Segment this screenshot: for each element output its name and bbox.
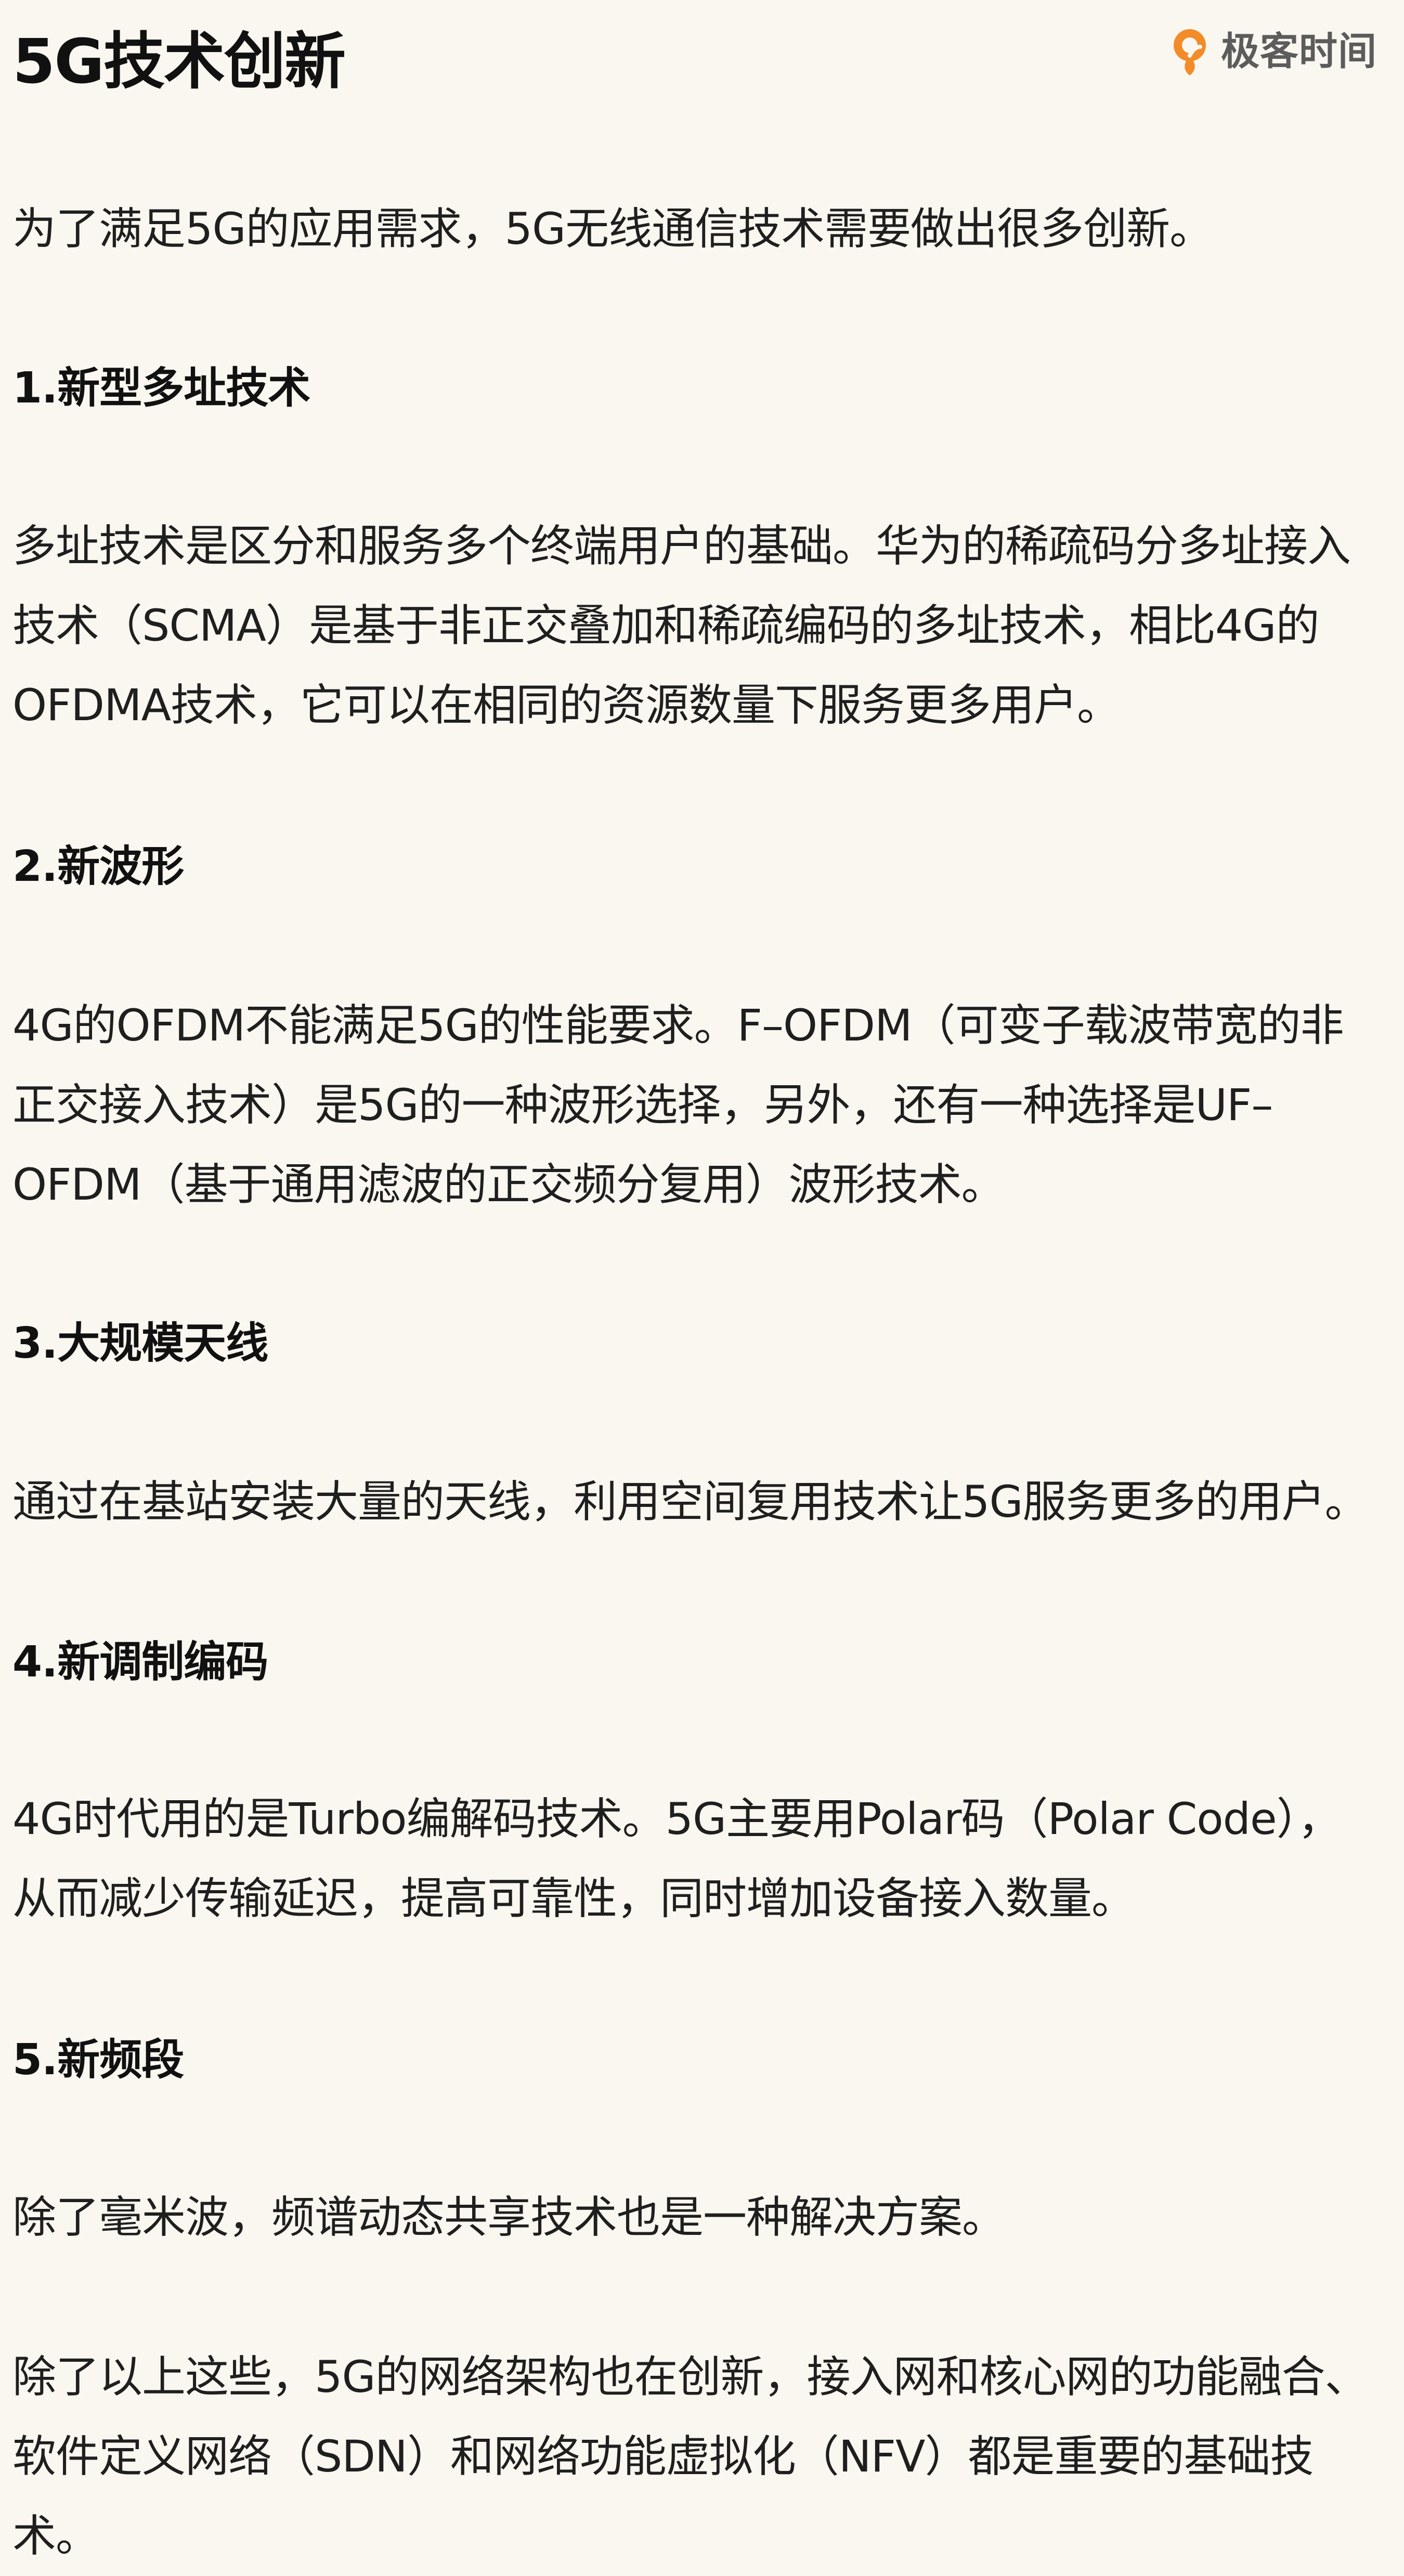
paragraph-line: OFDMA技术，它可以在相同的资源数量下服务更多用户。 — [12, 680, 1121, 731]
paragraph-line: 除了以上这些，5G的网络架构也在创新，接入网和核心网的功能融合、 — [12, 2351, 1369, 2402]
section-heading-1: 1.新型多址技术 — [12, 363, 310, 413]
paragraph-line: 从而减少传输延迟，提高可靠性，同时增加设备接入数量。 — [12, 1873, 1135, 1924]
section-paragraph-2: 4G的OFDM不能满足5G的性能要求。F–OFDM（可变子载波带宽的非 正交接入… — [12, 986, 1380, 1225]
paragraph-line: 4G的OFDM不能满足5G的性能要求。F–OFDM（可变子载波带宽的非 — [12, 1000, 1344, 1051]
paragraph-line: 4G时代用的是Turbo编解码技术。5G主要用Polar码（Polar Code… — [12, 1793, 1342, 1844]
article-page: 5G技术创新 极客时间 为了满足5G的应用需求，5G无线通信技术需要做出很多创新… — [0, 0, 1404, 2561]
intro-text: 为了满足5G的应用需求，5G无线通信技术需要做出很多创新。 — [12, 203, 1213, 254]
intro-paragraph: 为了满足5G的应用需求，5G无线通信技术需要做出很多创新。 — [12, 189, 1380, 269]
geek-time-logo-icon — [1174, 29, 1206, 75]
paragraph-line: 多址技术是区分和服务多个终端用户的基础。华为的稀疏码分多址接入 — [12, 521, 1351, 571]
brand-logo: 极客时间 — [1168, 23, 1377, 80]
section-paragraph-5: 除了毫米波，频谱动态共享技术也是一种解决方案。 — [12, 2178, 1380, 2257]
closing-paragraph: 除了以上这些，5G的网络架构也在创新，接入网和核心网的功能融合、 软件定义网络（… — [12, 2337, 1380, 2576]
paragraph-line: 通过在基站安装大量的天线，利用空间复用技术让5G服务更多的用户。 — [12, 1476, 1369, 1527]
brand-name: 极客时间 — [1221, 29, 1377, 74]
section-paragraph-3: 通过在基站安装大量的天线，利用空间复用技术让5G服务更多的用户。 — [12, 1462, 1380, 1542]
paragraph-line: OFDM（基于通用滤波的正交频分复用）波形技术。 — [12, 1159, 1005, 1210]
paragraph-line: 正交接入技术）是5G的一种波形选择，另外，还有一种选择是UF– — [12, 1079, 1273, 1130]
section-heading-4: 4.新调制编码 — [12, 1637, 268, 1687]
paragraph-line: 软件定义网络（SDN）和网络功能虚拟化（NFV）都是重要的基础技术。 — [12, 2431, 1314, 2561]
section-heading-3: 3.大规模天线 — [12, 1319, 268, 1368]
paragraph-line: 技术（SCMA）是基于非正交叠加和稀疏编码的多址技术，相比4G的 — [12, 600, 1319, 651]
section-heading-2: 2.新波形 — [12, 842, 184, 891]
page-title: 5G技术创新 — [12, 25, 346, 97]
section-paragraph-4: 4G时代用的是Turbo编解码技术。5G主要用Polar码（Polar Code… — [12, 1779, 1380, 1938]
paragraph-line: 除了毫米波，频谱动态共享技术也是一种解决方案。 — [12, 2192, 1006, 2243]
section-heading-5: 5.新频段 — [12, 2035, 184, 2085]
section-paragraph-1: 多址技术是区分和服务多个终端用户的基础。华为的稀疏码分多址接入 技术（SCMA）… — [12, 506, 1380, 745]
